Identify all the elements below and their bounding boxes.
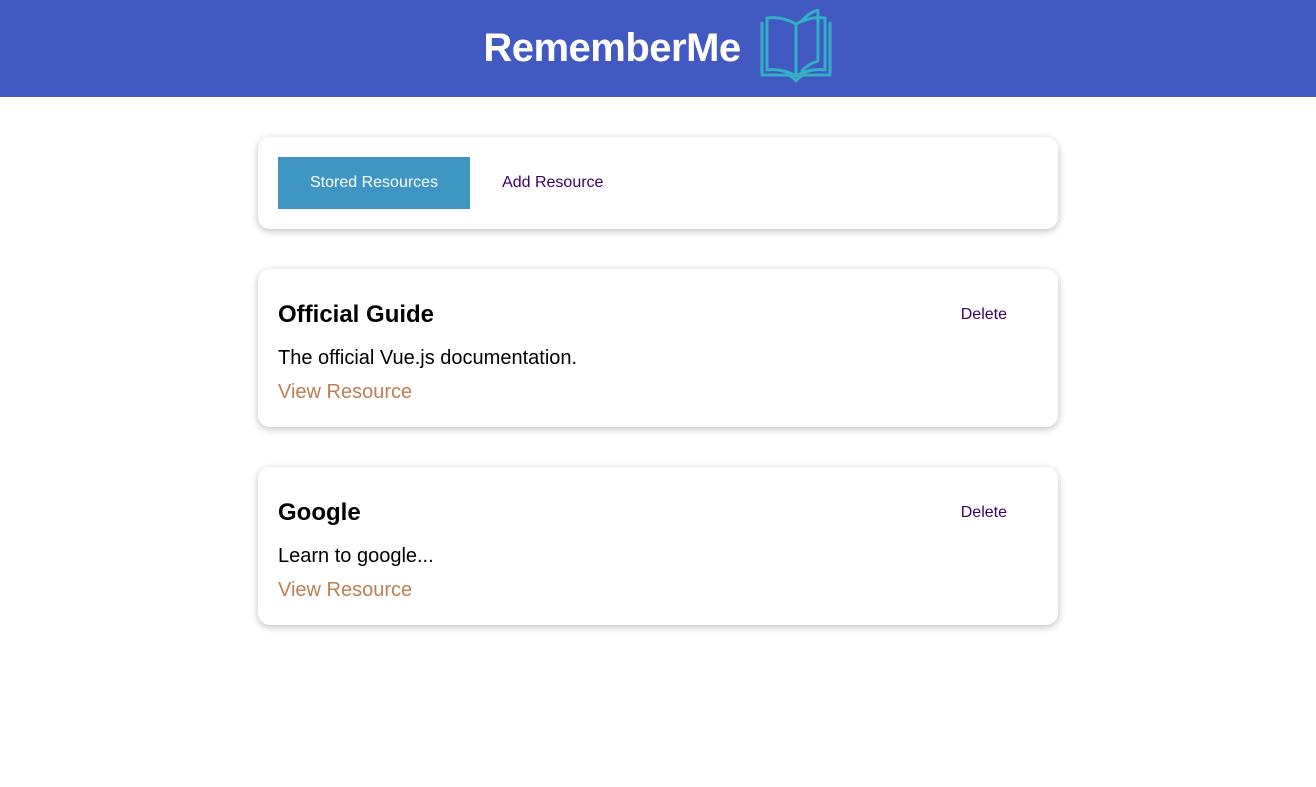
open-book-icon — [760, 8, 832, 82]
main-content: Stored Resources Add Resource Official G… — [258, 137, 1058, 625]
resource-description: The official Vue.js documentation. — [278, 347, 578, 369]
app-header: RememberMe — [0, 0, 1316, 97]
delete-button[interactable]: Delete — [930, 493, 1038, 533]
resource-title: Google — [278, 499, 361, 526]
resource-description: Learn to google... — [278, 545, 434, 567]
resource-title: Official Guide — [278, 301, 435, 328]
resource-list: Official Guide Delete The official Vue.j… — [258, 269, 1058, 625]
tab-add-resource[interactable]: Add Resource — [470, 157, 635, 209]
view-resource-link[interactable]: View Resource — [278, 577, 412, 603]
resource-header: Google Delete — [278, 487, 1038, 539]
nav-card: Stored Resources Add Resource — [258, 137, 1058, 229]
view-resource-link[interactable]: View Resource — [278, 379, 412, 405]
resource-card: Google Delete Learn to google... View Re… — [258, 467, 1058, 625]
delete-button[interactable]: Delete — [930, 295, 1038, 335]
tab-stored-resources[interactable]: Stored Resources — [278, 157, 471, 209]
app-title: RememberMe — [483, 26, 741, 70]
resource-header: Official Guide Delete — [278, 289, 1038, 341]
resource-card: Official Guide Delete The official Vue.j… — [258, 269, 1058, 427]
